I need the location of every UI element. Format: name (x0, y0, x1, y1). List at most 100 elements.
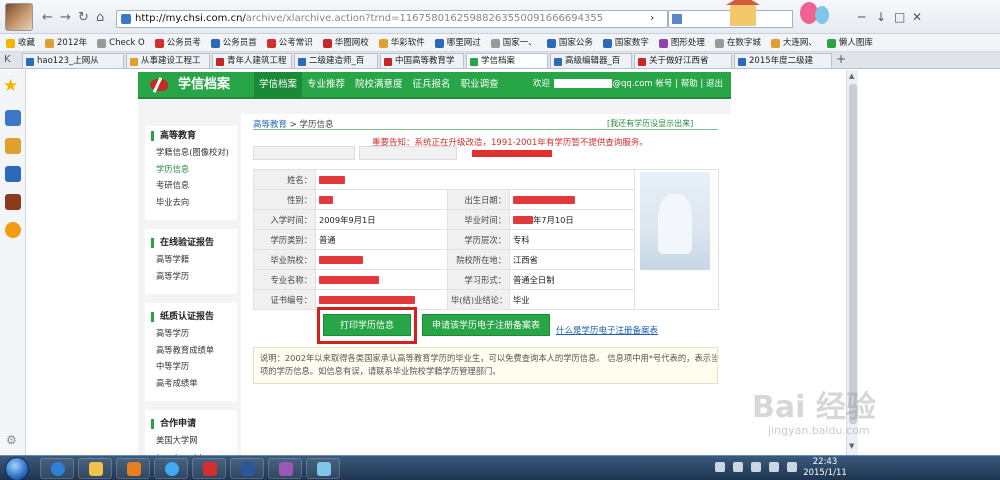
home-icon[interactable]: ⌂ (96, 11, 104, 24)
missing-degree-link[interactable]: [我还有学历没显示出来] (607, 118, 693, 129)
sidebar-item[interactable]: 高等学历 (156, 271, 189, 281)
account-link[interactable]: 帐号 (655, 79, 672, 89)
paint-icon (279, 462, 293, 476)
favorite-link[interactable]: 华彩软件 (378, 34, 425, 51)
tray-ime-icon[interactable] (787, 462, 797, 472)
favorite-link[interactable]: 国家一、 (490, 34, 537, 51)
system-clock[interactable]: 22:43 2015/1/11 (802, 457, 848, 479)
student-photo (640, 172, 710, 270)
browser-tab[interactable]: 从事建设工程工 (126, 53, 210, 68)
download-icon[interactable]: ↓ (876, 10, 886, 24)
tab-list-icon[interactable]: K (4, 54, 11, 65)
nav-tab[interactable]: 征兵报名 (408, 72, 456, 97)
taskbar-browser-button[interactable] (154, 458, 188, 479)
sidebar-item[interactable]: 毕业去向 (156, 197, 189, 207)
browser-tab[interactable]: hao123_上网从 (22, 53, 124, 68)
nav-tab[interactable]: 职业调查 (456, 72, 504, 97)
taskbar-word-button[interactable] (230, 458, 264, 479)
favorite-link[interactable]: Check O (97, 34, 145, 51)
birth-label: 出生日期： (447, 189, 510, 210)
redacted-tab-label[interactable] (472, 150, 552, 157)
sidebar-item[interactable]: 中等学历 (156, 361, 189, 371)
back-arrow-icon[interactable]: ← (42, 11, 53, 24)
tray-flag-icon[interactable] (769, 462, 779, 472)
clock-date: 2015/1/11 (803, 468, 847, 478)
logout-link[interactable]: 退出 (706, 79, 723, 89)
minimize-icon[interactable]: ─ (858, 10, 865, 24)
sina-weibo-icon[interactable] (5, 222, 21, 238)
favorite-link[interactable]: 国家数字 (602, 34, 649, 51)
weibo-icon[interactable] (5, 110, 21, 126)
nav-tab[interactable]: 院校满意度 (350, 72, 408, 97)
tray-volume-icon[interactable] (751, 462, 761, 472)
scroll-thumb[interactable] (849, 84, 857, 424)
taskbar-palette-button[interactable] (306, 458, 340, 479)
taskbar-media-button[interactable] (116, 458, 150, 479)
favorite-link[interactable]: 懒人图库 (826, 34, 873, 51)
what-is-registration-form-link[interactable]: 什么是学历电子注册备案表 (556, 324, 658, 336)
favorite-link[interactable]: 国家公务 (546, 34, 593, 51)
taskbar-explorer-button[interactable] (78, 458, 112, 479)
apply-registration-form-button[interactable]: 申请该学历电子注册备案表 (422, 314, 550, 336)
sidebar-item[interactable]: 学历信息 (156, 164, 189, 174)
degree-tabs (253, 146, 718, 161)
nav-tab[interactable]: 专业推荐 (302, 72, 350, 97)
scroll-up-icon[interactable]: ▲ (849, 72, 854, 80)
browser-tab[interactable]: 学信档案 (466, 53, 548, 68)
nav-separator (145, 401, 237, 410)
favorite-link[interactable]: 在数字城 (714, 34, 761, 51)
favorite-link[interactable]: 公务员首 (210, 34, 257, 51)
user-avatar[interactable] (5, 3, 33, 31)
favorite-link[interactable]: 收藏 (6, 34, 35, 51)
calendar-icon[interactable] (5, 138, 21, 154)
favorite-link[interactable]: 公务员考 (154, 34, 201, 51)
taskbar-pdf-button[interactable] (192, 458, 226, 479)
browser-tab[interactable]: 高级编辑器_百 (550, 53, 632, 68)
tieba-icon[interactable] (5, 166, 21, 182)
favorite-link[interactable]: 图形处理 (658, 34, 705, 51)
scroll-down-icon[interactable]: ▼ (849, 442, 854, 450)
start-button-icon[interactable] (5, 457, 29, 480)
sidebar-item[interactable]: 高等学籍 (156, 254, 189, 264)
favorites-star-icon[interactable]: ★ (3, 78, 18, 95)
sidebar-item[interactable]: 学籍信息(图像校对) (156, 147, 229, 157)
favorite-link[interactable]: 2012年 (45, 34, 87, 51)
browser-tab[interactable]: 中国高等教育学 (380, 53, 464, 68)
search-engine-icon[interactable] (672, 14, 682, 24)
tray-help-icon[interactable] (715, 462, 725, 472)
settings-gear-icon[interactable]: ⚙ (6, 433, 17, 447)
favorite-link[interactable]: 哪里网过 (434, 34, 481, 51)
favorite-link[interactable]: 大连网、 (770, 34, 817, 51)
address-bar[interactable]: http://my.chsi.com.cn/archive/xlarchive.… (116, 10, 668, 28)
sidebar-group-title: 合作申请 (151, 419, 196, 429)
new-tab-icon[interactable]: + (836, 52, 846, 66)
chsi-logo-icon[interactable] (150, 77, 170, 93)
sidebar-item[interactable]: 考研信息 (156, 180, 189, 190)
favorite-link[interactable]: 华图网校 (322, 34, 369, 51)
degree-tab[interactable] (253, 146, 355, 160)
maximize-icon[interactable]: □ (894, 10, 905, 24)
sidebar-item[interactable]: 高等学历 (156, 328, 189, 338)
browser-tab[interactable]: 2015年度二级建 (734, 53, 832, 68)
taskbar-paint-button[interactable] (268, 458, 302, 479)
site-title[interactable]: 学信档案 (178, 77, 230, 93)
sidebar-item[interactable]: 美国大学网 (156, 435, 198, 445)
tray-network-icon[interactable] (733, 462, 743, 472)
browser-tab[interactable]: 青年人建筑工程 (212, 53, 292, 68)
browser-tab[interactable]: 二级建造师_百 (294, 53, 378, 68)
taskbar-ie-button[interactable] (40, 458, 74, 479)
browser-tab[interactable]: 关于做好江西省 (634, 53, 732, 68)
sidebar-item[interactable]: 高等教育成绩单 (156, 345, 214, 355)
favorite-link[interactable]: 公考常识 (266, 34, 313, 51)
degree-tab[interactable] (359, 146, 457, 160)
go-icon[interactable]: › (650, 11, 654, 24)
help-link[interactable]: 帮助 (681, 79, 698, 89)
baidu-jingyan-watermark: Bai 经验 jingyan.baidu.com (752, 392, 942, 442)
sidebar-item[interactable]: 高考成绩单 (156, 378, 198, 388)
nav-tab[interactable]: 学信档案 (254, 72, 303, 97)
account-email-suffix: @qq.com (612, 79, 653, 89)
forward-arrow-icon[interactable]: → (60, 11, 71, 24)
refresh-icon[interactable]: ↻ (78, 11, 89, 24)
notes-icon[interactable] (5, 194, 21, 210)
close-icon[interactable]: ✕ (912, 10, 922, 24)
